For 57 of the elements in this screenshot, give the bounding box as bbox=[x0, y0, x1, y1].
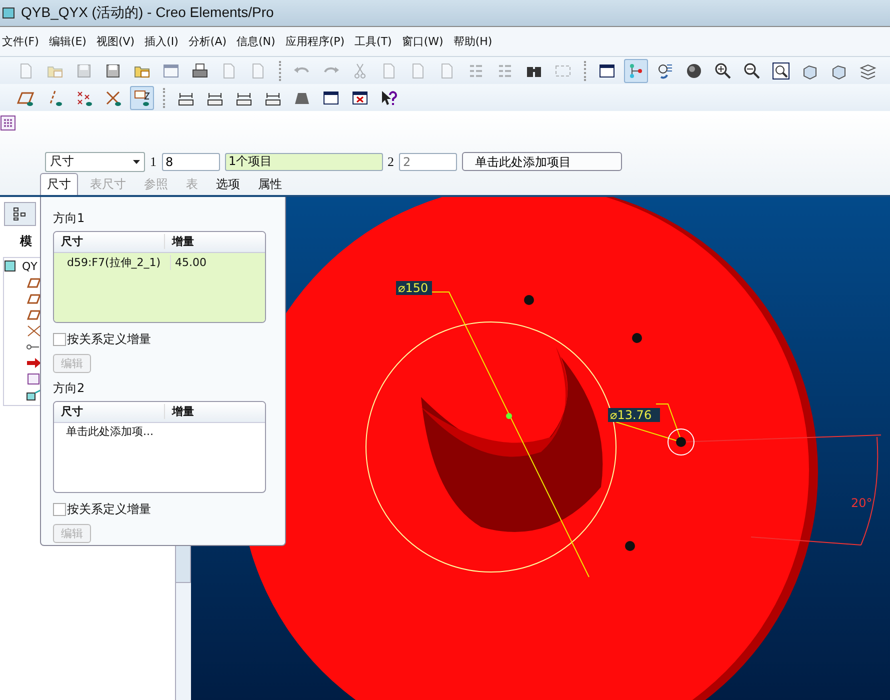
handle-point[interactable] bbox=[632, 332, 642, 343]
tab[interactable]: 尺寸 bbox=[40, 172, 78, 195]
count-field[interactable]: 8 bbox=[162, 152, 220, 171]
dimension-label[interactable]: ⌀150 bbox=[396, 280, 432, 295]
selected-point[interactable] bbox=[668, 428, 694, 456]
add-item-row[interactable]: 单击此处添加项... bbox=[54, 422, 265, 441]
menu-item[interactable]: 分析(A) bbox=[188, 34, 227, 50]
handle-point[interactable] bbox=[524, 294, 534, 305]
tree-icon bbox=[13, 206, 27, 221]
center-point bbox=[506, 412, 512, 419]
menu-item[interactable]: 信息(N) bbox=[236, 34, 276, 50]
items-field[interactable]: 1个项目 bbox=[224, 152, 382, 171]
section-title: 方向1 bbox=[53, 210, 86, 227]
menu-item[interactable]: 文件(F) bbox=[2, 34, 39, 50]
table-cell-text: 45.00 bbox=[174, 256, 206, 270]
coordinate-system-icon bbox=[26, 324, 42, 337]
menu-item[interactable]: 插入(I) bbox=[144, 34, 178, 50]
tree-item[interactable]: QY bbox=[22, 260, 38, 273]
tab[interactable]: 选项 bbox=[210, 174, 246, 195]
window-title: QYB_QYX (活动的) - Creo Elements/Pro bbox=[21, 4, 274, 22]
count-field[interactable]: 2 bbox=[399, 152, 457, 171]
menu-item[interactable]: 工具(T) bbox=[354, 34, 392, 50]
type-dropdown[interactable]: 尺寸 bbox=[45, 152, 145, 172]
menu-item[interactable]: 窗口(W) bbox=[402, 34, 444, 50]
tab[interactable]: 属性 bbox=[252, 174, 288, 195]
column-header: 尺寸 bbox=[54, 404, 165, 420]
tag-icon[interactable] bbox=[130, 86, 154, 110]
dimension-label[interactable]: ⌀13.76 bbox=[608, 408, 660, 422]
grid-icon[interactable] bbox=[0, 114, 16, 131]
sidebar-heading: 模 bbox=[20, 232, 32, 250]
column-header: 增量 bbox=[170, 404, 194, 420]
checkbox-label: 按关系定义增量 bbox=[67, 330, 151, 348]
scrollbar[interactable] bbox=[175, 544, 191, 583]
column-header: 尺寸 bbox=[54, 234, 165, 250]
handle-point[interactable] bbox=[625, 540, 635, 551]
plane-icon bbox=[26, 276, 42, 289]
plane-icon bbox=[26, 308, 42, 321]
caret-icon bbox=[133, 160, 140, 164]
plane-icon bbox=[26, 292, 42, 305]
model-tree-tab[interactable] bbox=[4, 202, 36, 226]
menu-item[interactable]: 视图(V) bbox=[96, 34, 135, 50]
arrow-icon bbox=[26, 356, 42, 369]
direction-label: 1 bbox=[150, 154, 156, 170]
table-cell: d59:F7(拉伸_2_1) bbox=[54, 255, 171, 270]
menu-item[interactable]: 帮助(H) bbox=[453, 34, 492, 50]
nodes-icon[interactable] bbox=[624, 58, 648, 83]
checkbox[interactable] bbox=[53, 332, 66, 346]
menu-item[interactable]: 应用程序(P) bbox=[285, 34, 345, 50]
checkbox[interactable] bbox=[53, 502, 66, 516]
section-title: 方向2 bbox=[53, 380, 86, 397]
menu-item[interactable]: 编辑(E) bbox=[48, 34, 86, 50]
column-header: 增量 bbox=[170, 234, 194, 250]
add-item-button[interactable]: 单击此处添加项目 bbox=[462, 152, 622, 172]
checkbox-label: 按关系定义增量 bbox=[67, 500, 151, 518]
direction-label: 2 bbox=[388, 154, 394, 170]
part-icon bbox=[26, 388, 42, 401]
app-icon bbox=[2, 6, 16, 20]
